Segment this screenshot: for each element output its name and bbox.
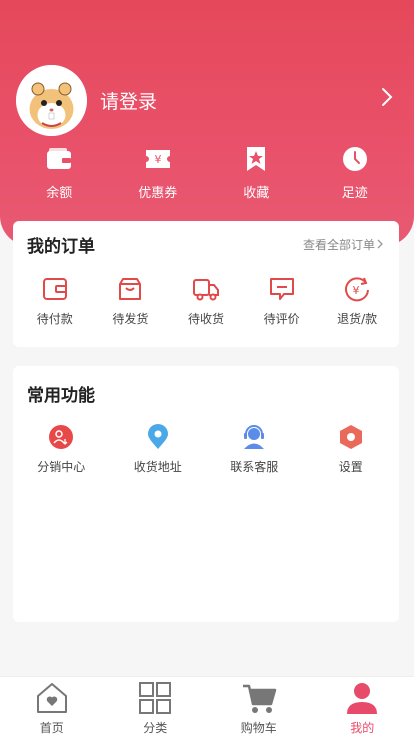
func-label: 联系客服	[230, 460, 279, 474]
clock-icon	[340, 144, 370, 174]
order-pending-payment[interactable]: 待付款	[17, 275, 93, 327]
stat-coupon[interactable]: ¥ 优惠券	[109, 144, 208, 202]
tab-cart[interactable]: 购物车	[207, 677, 311, 736]
functions-title: 常用功能	[27, 385, 95, 406]
func-label: 分销中心	[37, 460, 86, 474]
home-icon	[36, 683, 67, 713]
profile-row[interactable]: 请登录	[16, 64, 398, 136]
orders-row: 待付款 待发货 待收货 待评价 ¥ 退货/款	[13, 267, 399, 327]
location-icon	[147, 424, 168, 449]
functions-card: 常用功能 分销中心 收货地址 联系客服 设置	[13, 366, 399, 622]
stats-row: 余额 ¥ 优惠券 收藏 足迹	[10, 144, 404, 202]
func-label: 收货地址	[133, 460, 182, 474]
order-item-label: 待评价	[263, 312, 300, 326]
tab-category[interactable]: 分类	[104, 677, 208, 736]
hamster-avatar-icon	[16, 64, 87, 136]
order-item-label: 待发货	[112, 312, 149, 326]
orders-card: 我的订单 查看全部订单 待付款 待发货 待收货 待评价 ¥ 退货/款	[13, 221, 399, 347]
profile-header: 请登录 余额 ¥ 优惠券 收藏 足迹	[0, 0, 414, 246]
order-pending-receipt[interactable]: 待收货	[168, 275, 244, 327]
functions-row: 分销中心 收货地址 联系客服 设置	[13, 416, 399, 475]
refund-icon: ¥	[345, 277, 370, 302]
stat-label: 足迹	[341, 186, 368, 201]
func-distribution-center[interactable]: 分销中心	[13, 424, 110, 475]
tab-home[interactable]: 首页	[0, 677, 104, 736]
bookmark-star-icon	[241, 144, 271, 174]
user-icon	[347, 683, 378, 714]
order-pending-shipment[interactable]: 待发货	[93, 275, 169, 327]
order-item-label: 待收货	[187, 312, 224, 326]
view-all-orders-link[interactable]: 查看全部订单	[303, 236, 385, 253]
order-pending-review[interactable]: 待评价	[244, 275, 320, 327]
order-item-label: 退货/款	[337, 312, 378, 326]
distribution-icon	[49, 425, 74, 449]
cart-icon	[242, 684, 276, 713]
coupon-icon: ¥	[143, 144, 173, 174]
func-customer-service[interactable]: 联系客服	[206, 424, 303, 475]
settings-icon	[339, 425, 362, 449]
orders-header: 我的订单 查看全部订单	[13, 221, 399, 267]
stat-label: 优惠券	[138, 186, 178, 201]
chevron-right-icon[interactable]	[376, 86, 398, 108]
tab-label: 分类	[143, 721, 168, 735]
stat-footprint[interactable]: 足迹	[306, 144, 405, 202]
truck-icon	[192, 279, 219, 301]
box-icon	[119, 278, 142, 300]
tab-label: 首页	[39, 721, 64, 735]
customer-service-icon	[244, 425, 265, 449]
svg-text:¥: ¥	[353, 284, 360, 297]
tab-mine[interactable]: 我的	[311, 677, 414, 736]
tab-label: 我的	[350, 721, 375, 735]
functions-header: 常用功能	[13, 366, 399, 416]
func-label: 设置	[338, 460, 363, 474]
wallet-outline-icon	[42, 278, 67, 300]
order-item-label: 待付款	[36, 312, 73, 326]
stat-label: 收藏	[243, 186, 270, 201]
stat-balance[interactable]: 余额	[10, 144, 109, 202]
svg-text:¥: ¥	[154, 153, 161, 166]
login-label[interactable]: 请登录	[100, 87, 157, 114]
stat-label: 余额	[46, 186, 73, 201]
view-all-label: 查看全部订单	[302, 237, 375, 252]
comment-icon	[269, 278, 294, 300]
bottom-tab-bar: 首页 分类 购物车 我的	[0, 676, 414, 736]
stat-favorites[interactable]: 收藏	[207, 144, 306, 202]
order-refund[interactable]: ¥ 退货/款	[319, 275, 395, 327]
func-settings[interactable]: 设置	[303, 424, 400, 475]
orders-title: 我的订单	[27, 236, 95, 257]
wallet-icon	[44, 144, 74, 174]
avatar[interactable]	[16, 64, 87, 136]
category-grid-icon	[139, 682, 172, 714]
tab-label: 购物车	[240, 721, 277, 735]
func-shipping-address[interactable]: 收货地址	[110, 424, 207, 475]
chevron-right-icon	[377, 239, 383, 249]
